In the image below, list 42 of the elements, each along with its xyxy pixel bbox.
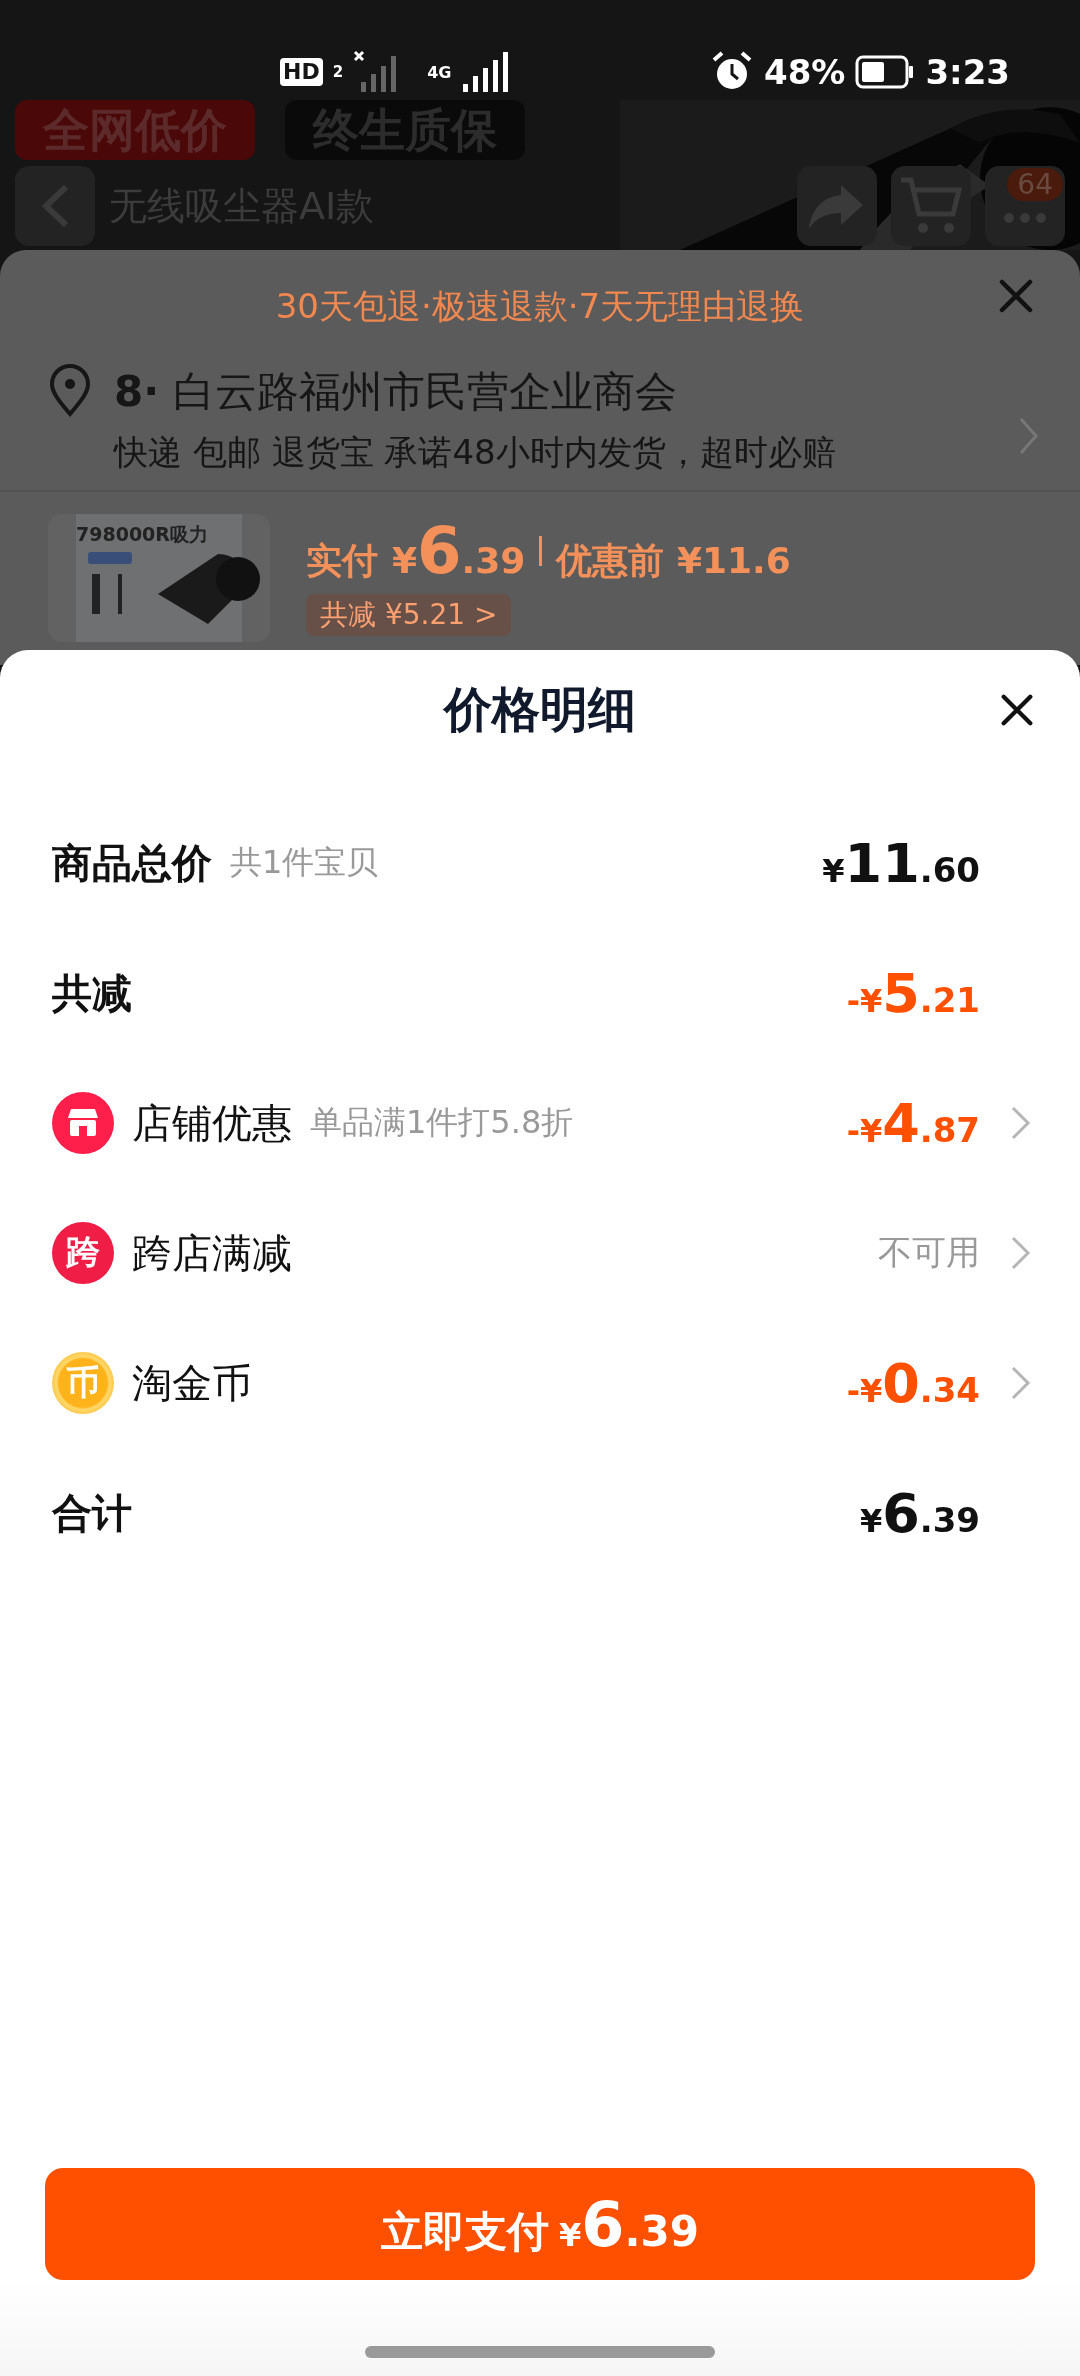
price-row-note: 共1件宝贝 [230,842,379,883]
hd-voice-icon: HD [280,58,323,86]
network-type: 4G [427,62,452,82]
price-row-note: 单品满1件打5.8折 [310,1102,574,1143]
price-amount: -¥5.21 [846,961,980,1025]
close-icon [998,691,1036,729]
battery-percent: 48% [764,52,846,92]
cart-button[interactable] [891,166,971,246]
discount-tag[interactable]: 共减 ¥5.21 > [306,594,512,636]
sheet-title: 价格明细 [444,680,636,739]
price-row-label: 跨店满减 [132,1228,292,1278]
unavailable-status: 不可用 [878,1231,980,1274]
price-row-label: 店铺优惠 [132,1098,292,1148]
price-row-label: 商品总价 [52,838,212,888]
store-icon [52,1092,114,1154]
original-price: 优惠前 ¥11.6 [556,539,791,583]
battery-icon [855,55,916,89]
pay-now-button[interactable]: 立即支付 ¥6.39 [45,2168,1035,2280]
more-icon [1003,212,1047,224]
sim-number: 2 [332,63,344,81]
product-image-label: 798000R吸力 [76,522,208,547]
price-row-label: 淘金币 [132,1358,252,1408]
price-row-label: 共减 [52,968,132,1018]
price-amount: ¥6.39 [859,1481,980,1545]
price-row-label: 合计 [52,1488,132,1538]
cart-icon [899,176,963,236]
location-pin-icon [48,364,92,418]
paid-label: 实付 [306,539,378,583]
share-button[interactable] [797,166,877,246]
price-amount: -¥4.87 [846,1091,980,1155]
shipping-services: 快递 包邮 退货宝 承诺48小时内发货，超时必赔 [114,431,837,474]
price-amount: ¥11.60 [822,831,980,895]
home-indicator[interactable] [365,2346,715,2358]
price-amount: -¥0.34 [846,1351,980,1415]
return-policy-notice: 30天包退·极速退款·7天无理由退换 [275,285,805,328]
coin-icon: 币 [52,1352,114,1414]
chevron-right-icon [1018,416,1040,456]
paid-price: ¥6.39 [392,514,526,588]
clock: 3:23 [925,52,1010,92]
cross-store-icon: 跨 [52,1222,114,1284]
delivery-address: 8· 白云路福州市民营企业商会 [114,366,678,418]
back-button[interactable] [15,166,95,246]
